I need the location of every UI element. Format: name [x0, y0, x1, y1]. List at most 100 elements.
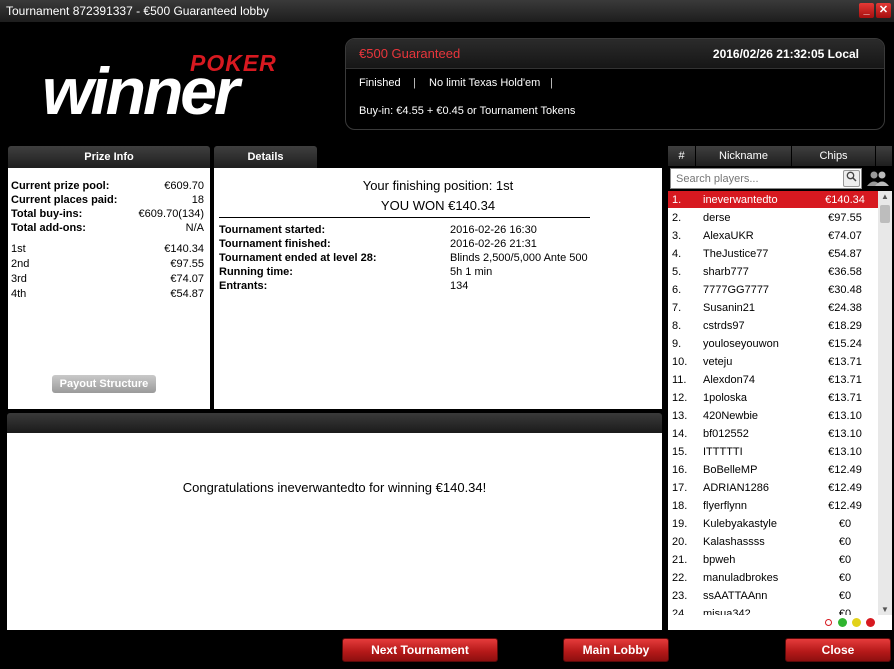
- place-row: 2nd €97.55: [11, 258, 204, 270]
- detail-value: 134: [450, 280, 469, 292]
- player-rank: 13.: [672, 409, 688, 422]
- player-row[interactable]: 13. 420Newbie €13.10: [668, 407, 878, 425]
- player-row[interactable]: 17. ADRIAN1286 €12.49: [668, 479, 878, 497]
- scroll-down-arrow-icon[interactable]: ▼: [878, 605, 892, 614]
- column-rank[interactable]: #: [668, 146, 696, 166]
- player-list-scrollbar[interactable]: ▲ ▼: [878, 191, 892, 615]
- player-rank: 7.: [672, 301, 682, 314]
- player-nickname: 420Newbie: [703, 409, 759, 422]
- prize-info-panel: Current prize pool: €609.70 Current place…: [8, 168, 210, 409]
- player-row[interactable]: 6. 7777GG7777 €30.48: [668, 281, 878, 299]
- player-chips: €0: [838, 607, 852, 616]
- player-chips: €0: [838, 571, 852, 584]
- player-chips: €0: [838, 517, 852, 530]
- scrollbar-thumb[interactable]: [880, 205, 890, 223]
- place-row: 3rd €74.07: [11, 273, 204, 285]
- congratulations-message: Congratulations ineverwantedto for winni…: [182, 480, 487, 495]
- player-row[interactable]: 14. bf012552 €13.10: [668, 425, 878, 443]
- player-row[interactable]: 22. manuladbrokes €0: [668, 569, 878, 587]
- player-nickname: AlexaUKR: [703, 229, 754, 242]
- player-list: 1. ineverwantedto €140.34 2. derse €97.55 3. Al…: [668, 191, 878, 615]
- player-row[interactable]: 1. ineverwantedto €140.34: [668, 191, 878, 209]
- player-row[interactable]: 21. bpweh €0: [668, 551, 878, 569]
- player-chips: €13.10: [828, 445, 862, 458]
- close-button[interactable]: Close: [785, 638, 891, 662]
- column-nickname[interactable]: Nickname: [696, 146, 792, 166]
- player-rank: 11.: [672, 373, 687, 386]
- player-chips: €13.10: [828, 427, 862, 440]
- prize-row: Total buy-ins: €609.70(134): [11, 208, 204, 220]
- detail-label: Entrants:: [219, 280, 268, 292]
- player-chips: €12.49: [828, 499, 862, 512]
- player-row[interactable]: 5. sharb777 €36.58: [668, 263, 878, 281]
- player-row[interactable]: 15. ITTTTTI €13.10: [668, 443, 878, 461]
- player-nickname: cstrds97: [703, 319, 745, 332]
- player-nickname: flyerflynn: [703, 499, 748, 512]
- search-input[interactable]: [671, 169, 841, 188]
- player-rank: 18.: [672, 499, 688, 512]
- player-row[interactable]: 23. ssAATTAAnn €0: [668, 587, 878, 605]
- column-chips[interactable]: Chips: [792, 146, 876, 166]
- player-nickname: Susanin21: [703, 301, 755, 314]
- player-nickname: veteju: [703, 355, 733, 368]
- close-window-button[interactable]: ✕: [876, 3, 891, 18]
- player-rank: 21.: [672, 553, 688, 566]
- player-row[interactable]: 19. Kulebyakastyle €0: [668, 515, 878, 533]
- player-rank: 15.: [672, 445, 688, 458]
- player-row[interactable]: 11. Alexdon74 €13.71: [668, 371, 878, 389]
- player-row[interactable]: 18. flyerflynn €12.49: [668, 497, 878, 515]
- player-nickname: BoBelleMP: [703, 463, 758, 476]
- place-row: 1st €140.34: [11, 243, 204, 255]
- scroll-up-arrow-icon[interactable]: ▲: [878, 192, 892, 201]
- player-chips: €12.49: [828, 463, 862, 476]
- player-row[interactable]: 20. Kalashassss €0: [668, 533, 878, 551]
- player-row[interactable]: 2. derse €97.55: [668, 209, 878, 227]
- player-chips: €30.48: [828, 283, 862, 296]
- won-amount: YOU WON €140.34: [380, 198, 496, 213]
- player-nickname: ADRIAN1286: [703, 481, 770, 494]
- tournament-datetime: 2016/02/26 21:32:05 Local: [712, 47, 859, 61]
- tournament-info-header: €500 Guaranteed 2016/02/26 21:32:05 Loca…: [346, 39, 884, 69]
- player-chips: €15.24: [828, 337, 862, 350]
- status-dot-icon: [825, 619, 832, 626]
- tab-details[interactable]: Details: [214, 146, 317, 168]
- player-rank: 2.: [672, 211, 682, 224]
- status-dot-icon: [838, 618, 847, 627]
- player-chips: €54.87: [828, 247, 862, 260]
- player-nickname: bpweh: [703, 553, 736, 566]
- tournament-name: €500 Guaranteed: [359, 46, 461, 61]
- player-chips: €24.38: [828, 301, 862, 314]
- player-rank: 8.: [672, 319, 682, 332]
- detail-value: 2016-02-26 21:31: [450, 238, 537, 250]
- minimize-button[interactable]: _: [859, 3, 874, 18]
- player-row[interactable]: 9. youloseyouwon €15.24: [668, 335, 878, 353]
- tab-prize-info[interactable]: Prize Info: [8, 146, 210, 168]
- player-rank: 23.: [672, 589, 688, 602]
- players-group-icon[interactable]: [866, 170, 890, 189]
- player-search-box: [670, 168, 862, 189]
- player-chips: €74.07: [828, 229, 862, 242]
- details-panel: Your finishing position: 1st YOU WON €14…: [214, 168, 662, 409]
- next-tournament-button[interactable]: Next Tournament: [342, 638, 498, 662]
- player-rank: 6.: [672, 283, 682, 296]
- player-row[interactable]: 8. cstrds97 €18.29: [668, 317, 878, 335]
- player-row[interactable]: 16. BoBelleMP €12.49: [668, 461, 878, 479]
- player-row[interactable]: 3. AlexaUKR €74.07: [668, 227, 878, 245]
- player-row[interactable]: 24. misua342 €0: [668, 605, 878, 616]
- detail-label: Tournament ended at level 28:: [219, 252, 377, 264]
- player-nickname: ssAATTAAnn: [703, 589, 768, 602]
- prize-row: Current prize pool: €609.70: [11, 180, 204, 192]
- player-row[interactable]: 4. TheJustice77 €54.87: [668, 245, 878, 263]
- player-row[interactable]: 12. 1poloska €13.71: [668, 389, 878, 407]
- player-nickname: ineverwantedto: [703, 193, 778, 206]
- main-lobby-button[interactable]: Main Lobby: [563, 638, 669, 662]
- player-row[interactable]: 7. Susanin21 €24.38: [668, 299, 878, 317]
- player-row[interactable]: 10. veteju €13.71: [668, 353, 878, 371]
- prize-row: Current places paid: 18: [11, 194, 204, 206]
- payout-structure-button[interactable]: Payout Structure: [52, 375, 156, 393]
- detail-label: Tournament started:: [219, 224, 326, 236]
- detail-label: Tournament finished:: [219, 238, 331, 250]
- search-icon[interactable]: [843, 170, 860, 187]
- player-chips: €13.71: [828, 373, 862, 386]
- player-chips: €36.58: [828, 265, 862, 278]
